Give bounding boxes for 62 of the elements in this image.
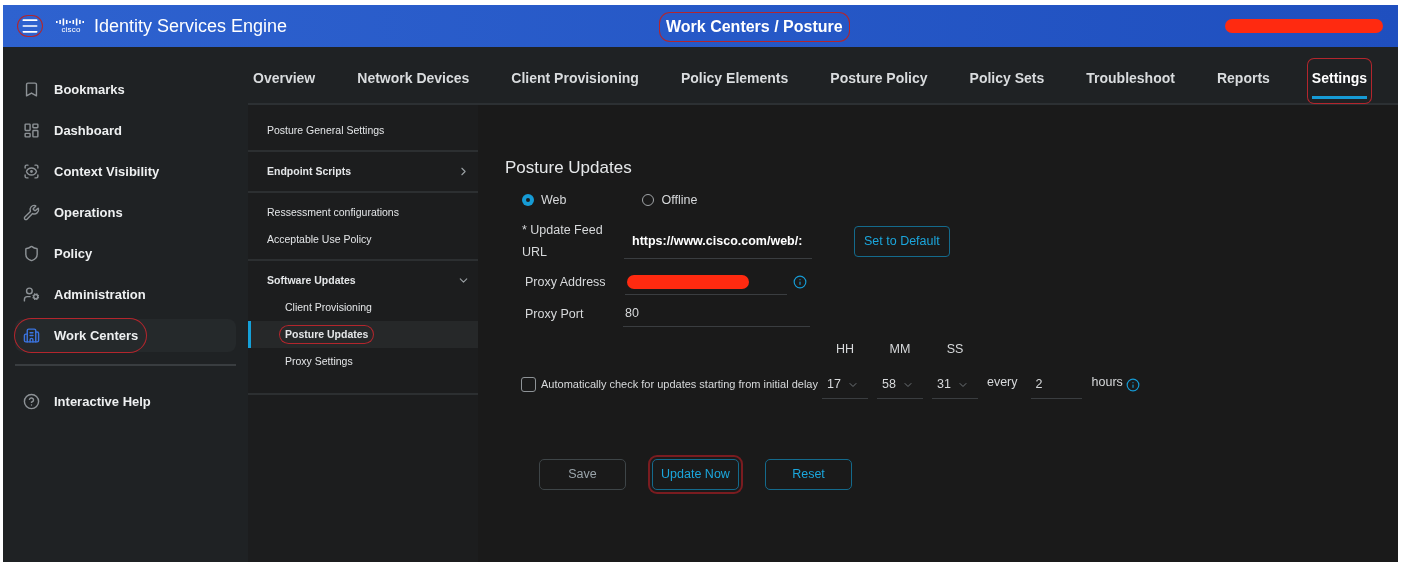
- menu-item[interactable]: Endpoint Scripts: [248, 158, 478, 185]
- nav-tab[interactable]: Client Provisioning: [507, 59, 643, 103]
- proxy-port-field[interactable]: 80: [623, 301, 810, 328]
- user-gear-icon: [23, 286, 40, 303]
- nav-tab[interactable]: Posture Policy: [826, 59, 932, 103]
- every-label: every: [986, 374, 1018, 392]
- action-button[interactable]: Reset: [765, 459, 852, 490]
- nav-tab[interactable]: Troubleshoot: [1082, 59, 1179, 103]
- unit-label: hours: [1091, 374, 1123, 392]
- nav-tab[interactable]: Network Devices: [353, 59, 474, 103]
- column-heading: HH: [835, 341, 854, 359]
- menu-item[interactable]: Posture Updates: [248, 321, 478, 348]
- nav-tab[interactable]: Overview: [249, 59, 320, 103]
- radio-label: Offline: [661, 191, 698, 209]
- nav-tab[interactable]: Policy Elements: [676, 59, 793, 103]
- menu-item[interactable]: Proxy Settings: [248, 348, 478, 375]
- info-icon[interactable]: [793, 275, 807, 290]
- field-label: Proxy Port: [525, 305, 585, 323]
- radio-button[interactable]: [522, 193, 534, 206]
- time-dropdown[interactable]: 31: [931, 371, 978, 399]
- sidebar-item[interactable]: Policy: [15, 237, 236, 270]
- nav-tab[interactable]: Policy Sets: [965, 59, 1049, 103]
- sidebar-item[interactable]: Interactive Help: [15, 385, 236, 418]
- eye-chart-icon: [23, 163, 40, 180]
- time-dropdown[interactable]: 17: [821, 371, 868, 399]
- logo-icon: [56, 18, 86, 26]
- checkbox-label: Automatically check for updates starting from initial delay: [541, 376, 818, 392]
- dashboard-icon: [23, 122, 40, 139]
- sidebar-item[interactable]: Bookmarks: [15, 73, 236, 106]
- menu-item[interactable]: Posture General Settings: [248, 117, 478, 144]
- bookmark-icon: [23, 81, 40, 98]
- set-default-button[interactable]: Set to Default: [854, 225, 950, 257]
- action-button[interactable]: Save: [539, 459, 626, 490]
- sidebar-item[interactable]: Context Visibility: [15, 155, 236, 188]
- sidebar-item[interactable]: Administration: [15, 278, 236, 311]
- sidebar-item[interactable]: Dashboard: [15, 114, 236, 147]
- time-dropdown[interactable]: 58: [876, 371, 923, 399]
- radio-label: Web: [541, 191, 567, 209]
- menu-item[interactable]: Acceptable Use Policy: [248, 226, 478, 253]
- nav-tab[interactable]: Reports: [1212, 59, 1274, 103]
- wrench-icon: [23, 204, 40, 221]
- field-label: Proxy Address: [525, 273, 607, 291]
- app-title: Identity Services Engine: [94, 14, 288, 38]
- cisco-logo: cisco: [56, 18, 86, 34]
- menu-item[interactable]: Software Updates: [248, 267, 478, 294]
- nav-tab[interactable]: Settings: [1307, 59, 1372, 103]
- interval-field[interactable]: 2: [1030, 371, 1082, 399]
- info-icon[interactable]: [1125, 378, 1140, 392]
- url-field[interactable]: https://www.cisco.com/web/:: [624, 223, 812, 260]
- column-heading: MM: [889, 341, 911, 359]
- building-icon: [23, 327, 40, 344]
- field-label: * Update Feed URL: [522, 222, 604, 262]
- checkbox[interactable]: [521, 377, 536, 392]
- menu-item[interactable]: Client Provisioning: [248, 294, 478, 321]
- sidebar-item[interactable]: Work Centers: [15, 319, 236, 352]
- section-title: Posture Updates: [505, 157, 633, 179]
- column-heading: SS: [946, 341, 964, 359]
- breadcrumb-title: Work Centers / Posture: [660, 13, 849, 41]
- shield-icon: [23, 245, 40, 262]
- sidebar-item[interactable]: Operations: [15, 196, 236, 229]
- menu-item[interactable]: Ressessment configurations: [248, 199, 478, 226]
- help-icon: [23, 393, 40, 410]
